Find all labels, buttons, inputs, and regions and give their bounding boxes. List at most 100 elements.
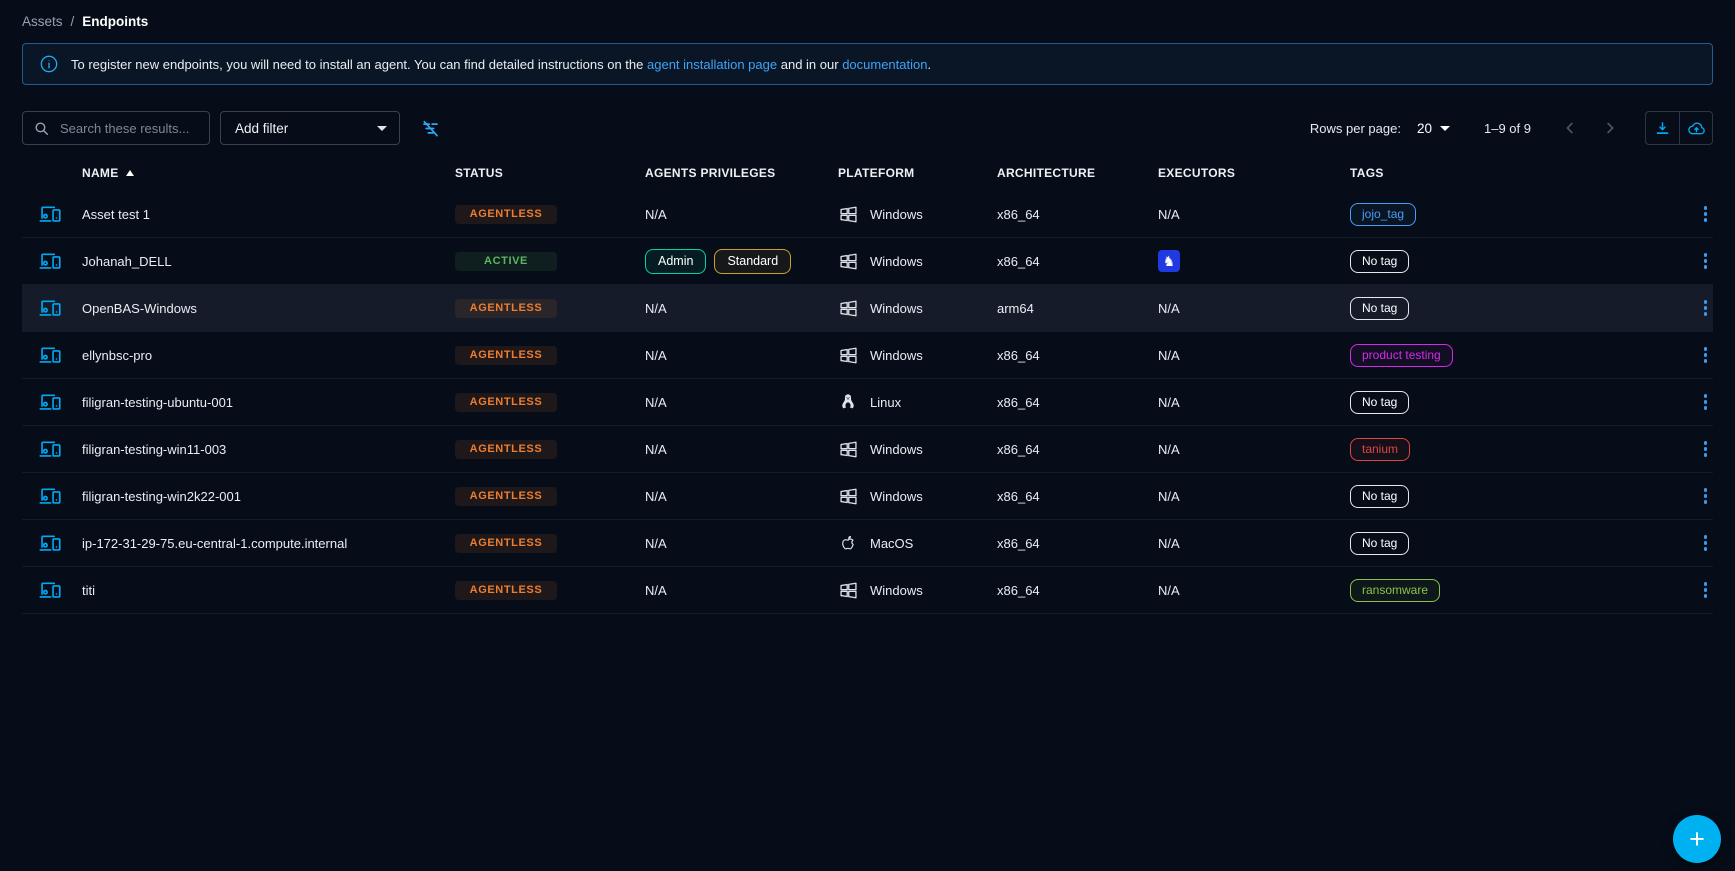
export-button-group bbox=[1645, 111, 1713, 145]
column-header-executors[interactable]: EXECUTORS bbox=[1158, 166, 1350, 180]
privileges-na: N/A bbox=[645, 207, 667, 222]
rows-per-page-select[interactable]: 20 bbox=[1411, 120, 1456, 137]
table-row[interactable]: filigran-testing-ubuntu-001AGENTLESSN/AL… bbox=[22, 379, 1713, 426]
column-header-status[interactable]: STATUS bbox=[455, 166, 645, 180]
pagination-range: 1–9 of 9 bbox=[1484, 121, 1531, 136]
tags-cell: product testing bbox=[1350, 344, 1677, 367]
tags-cell: No tag bbox=[1350, 250, 1677, 273]
row-menu-button[interactable] bbox=[1698, 201, 1714, 227]
executors-cell: N/A bbox=[1158, 301, 1350, 316]
architecture-value: x86_64 bbox=[997, 207, 1040, 222]
platform-label: Windows bbox=[870, 254, 923, 269]
column-header-label: PLATEFORM bbox=[838, 166, 914, 180]
endpoint-name-cell: titi bbox=[82, 583, 455, 598]
row-menu-button[interactable] bbox=[1698, 248, 1714, 274]
tags-cell: No tag bbox=[1350, 532, 1677, 555]
row-menu-button[interactable] bbox=[1698, 577, 1714, 603]
endpoint-name: Johanah_DELL bbox=[82, 254, 172, 269]
column-header-name[interactable]: NAME bbox=[82, 166, 455, 180]
table-row[interactable]: ip-172-31-29-75.eu-central-1.compute.int… bbox=[22, 520, 1713, 567]
executors-cell: ♞ bbox=[1158, 250, 1350, 272]
agent-installation-page-link[interactable]: agent installation page bbox=[647, 57, 777, 72]
tags-cell: No tag bbox=[1350, 391, 1677, 414]
menu-dot bbox=[1704, 394, 1708, 398]
chevron-down-icon bbox=[377, 126, 387, 131]
windows-icon bbox=[838, 438, 860, 460]
row-menu-button[interactable] bbox=[1698, 436, 1714, 462]
architecture-cell: x86_64 bbox=[997, 395, 1158, 410]
column-header-plateform[interactable]: PLATEFORM bbox=[838, 166, 997, 180]
menu-dot bbox=[1704, 488, 1708, 492]
endpoint-name: ip-172-31-29-75.eu-central-1.compute.int… bbox=[82, 536, 347, 551]
platform-label: Windows bbox=[870, 489, 923, 504]
status-chip: AGENTLESS bbox=[455, 205, 557, 224]
export-csv-button[interactable] bbox=[1646, 112, 1679, 144]
row-menu-button[interactable] bbox=[1698, 389, 1714, 415]
menu-dot bbox=[1704, 547, 1708, 551]
table-row[interactable]: ellynbsc-proAGENTLESSN/AWindowsx86_64N/A… bbox=[22, 332, 1713, 379]
menu-dot bbox=[1704, 312, 1708, 316]
previous-page-button[interactable] bbox=[1557, 115, 1583, 141]
endpoint-name: Asset test 1 bbox=[82, 207, 150, 222]
cloud-export-button[interactable] bbox=[1679, 112, 1712, 144]
status-chip: AGENTLESS bbox=[455, 534, 557, 553]
search-input[interactable] bbox=[58, 120, 199, 137]
executors-na: N/A bbox=[1158, 583, 1180, 598]
status-chip: AGENTLESS bbox=[455, 487, 557, 506]
architecture-value: arm64 bbox=[997, 301, 1034, 316]
column-header-agents-privileges[interactable]: AGENTS PRIVILEGES bbox=[645, 166, 838, 180]
row-menu-cell bbox=[1677, 248, 1713, 274]
chevron-left-icon bbox=[1561, 119, 1579, 137]
endpoint-name: filigran-testing-win2k22-001 bbox=[82, 489, 241, 504]
status-cell: AGENTLESS bbox=[455, 440, 645, 459]
breadcrumb-current-endpoints: Endpoints bbox=[82, 14, 148, 29]
column-header-architecture[interactable]: ARCHITECTURE bbox=[997, 166, 1158, 180]
tag-chip-product-testing: product testing bbox=[1350, 344, 1453, 367]
row-menu-button[interactable] bbox=[1698, 483, 1714, 509]
endpoint-name: filigran-testing-ubuntu-001 bbox=[82, 395, 233, 410]
row-menu-button[interactable] bbox=[1698, 342, 1714, 368]
documentation-link[interactable]: documentation bbox=[842, 57, 927, 72]
banner-text-suffix: . bbox=[927, 57, 931, 72]
tags-cell: tanium bbox=[1350, 438, 1677, 461]
row-menu-cell bbox=[1677, 201, 1713, 227]
breadcrumb-assets-link[interactable]: Assets bbox=[22, 14, 63, 29]
column-header-label: ARCHITECTURE bbox=[997, 166, 1095, 180]
table-row[interactable]: OpenBAS-WindowsAGENTLESSN/AWindowsarm64N… bbox=[22, 285, 1713, 332]
add-endpoint-fab[interactable]: + bbox=[1673, 815, 1721, 863]
architecture-cell: x86_64 bbox=[997, 348, 1158, 363]
search-box bbox=[22, 111, 210, 145]
privileges-na: N/A bbox=[645, 348, 667, 363]
privileges-cell: N/A bbox=[645, 395, 838, 410]
linux-icon bbox=[838, 391, 860, 413]
menu-dot bbox=[1704, 541, 1708, 545]
privileges-cell: N/A bbox=[645, 442, 838, 457]
table-row[interactable]: filigran-testing-win11-003AGENTLESSN/AWi… bbox=[22, 426, 1713, 473]
windows-icon bbox=[838, 485, 860, 507]
status-cell: AGENTLESS bbox=[455, 393, 645, 412]
menu-dot bbox=[1704, 212, 1708, 216]
architecture-value: x86_64 bbox=[997, 536, 1040, 551]
table-row[interactable]: Asset test 1AGENTLESSN/AWindowsx86_64N/A… bbox=[22, 191, 1713, 238]
table-row[interactable]: filigran-testing-win2k22-001AGENTLESSN/A… bbox=[22, 473, 1713, 520]
endpoint-icon-cell bbox=[22, 485, 82, 508]
platform-label: Windows bbox=[870, 583, 923, 598]
architecture-value: x86_64 bbox=[997, 254, 1040, 269]
menu-dot bbox=[1704, 259, 1708, 263]
windows-icon bbox=[838, 344, 860, 366]
row-menu-button[interactable] bbox=[1698, 295, 1714, 321]
column-header-tags[interactable]: TAGS bbox=[1350, 166, 1677, 180]
windows-icon bbox=[838, 579, 860, 601]
row-menu-button[interactable] bbox=[1698, 530, 1714, 556]
add-filter-dropdown[interactable]: Add filter bbox=[220, 111, 400, 145]
table-row[interactable]: Johanah_DELLACTIVEAdminStandardWindowsx8… bbox=[22, 238, 1713, 285]
status-cell: AGENTLESS bbox=[455, 346, 645, 365]
table-row[interactable]: titiAGENTLESSN/AWindowsx86_64N/Aransomwa… bbox=[22, 567, 1713, 614]
status-chip: AGENTLESS bbox=[455, 393, 557, 412]
executors-cell: N/A bbox=[1158, 207, 1350, 222]
menu-dot bbox=[1704, 300, 1708, 304]
platform-cell: Windows bbox=[838, 344, 997, 366]
next-page-button[interactable] bbox=[1597, 115, 1623, 141]
clear-filters-button[interactable] bbox=[418, 116, 443, 141]
menu-dot bbox=[1704, 582, 1708, 586]
